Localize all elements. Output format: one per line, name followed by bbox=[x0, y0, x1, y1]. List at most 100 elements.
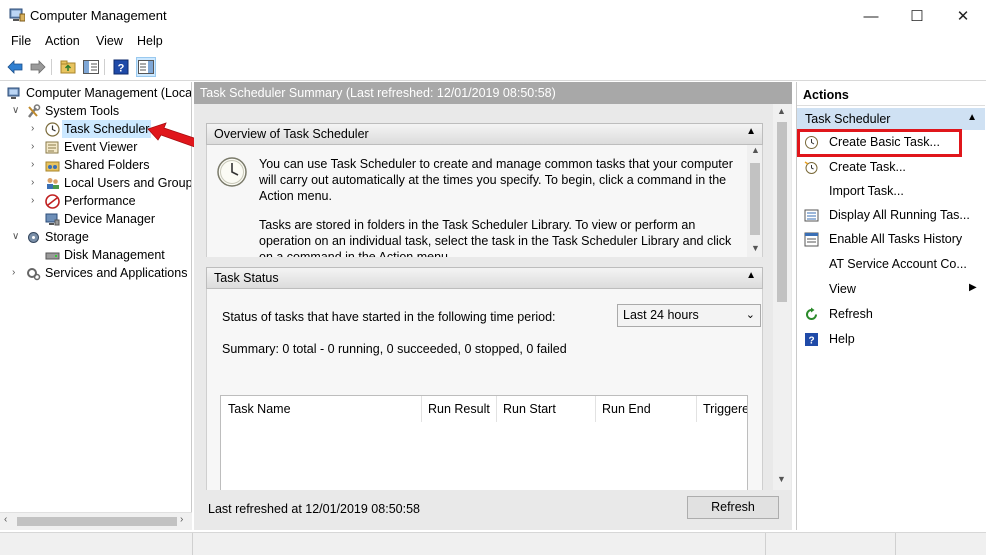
action-label: Refresh bbox=[829, 307, 873, 321]
action-label: Help bbox=[829, 332, 855, 346]
center-vertical-scrollbar[interactable]: ▲ ▼ bbox=[773, 104, 791, 490]
storage-icon bbox=[28, 232, 39, 243]
status-divider bbox=[192, 533, 193, 555]
task-status-section-header[interactable]: Task Status ▲ bbox=[206, 267, 763, 289]
action-label: Create Task... bbox=[829, 160, 906, 174]
action-create-task[interactable]: Create Task... bbox=[797, 158, 985, 178]
column-run-result[interactable]: Run Result bbox=[428, 402, 490, 416]
overview-section-body: You can use Task Scheduler to create and… bbox=[206, 145, 763, 257]
action-label: Display All Running Tas... bbox=[829, 208, 970, 222]
status-divider bbox=[765, 533, 766, 555]
computer-management-icon bbox=[9, 8, 25, 22]
tree-item-label: System Tools bbox=[45, 104, 120, 118]
overview-scrollbar[interactable]: ▲ ▼ bbox=[747, 145, 762, 257]
collapse-icon[interactable]: ▲ bbox=[967, 112, 977, 123]
action-refresh[interactable]: Refresh bbox=[797, 305, 985, 325]
chevron-right-icon[interactable]: › bbox=[31, 138, 34, 156]
chevron-right-icon[interactable]: › bbox=[31, 174, 34, 192]
tree-item-label: Disk Management bbox=[64, 248, 165, 262]
minimize-icon: — bbox=[863, 7, 879, 25]
time-period-dropdown[interactable]: Last 24 hours ⌄ bbox=[617, 304, 761, 327]
chevron-down-icon[interactable]: ∨ bbox=[12, 102, 19, 120]
back-arrow-icon bbox=[7, 60, 23, 74]
scrollbar-thumb[interactable] bbox=[750, 163, 760, 235]
scroll-down-icon[interactable]: ▼ bbox=[751, 243, 760, 253]
window-title: Computer Management bbox=[30, 8, 167, 23]
menu-file[interactable]: File bbox=[11, 34, 31, 48]
action-import-task[interactable]: Import Task... bbox=[797, 182, 985, 202]
tree-horizontal-scrollbar[interactable]: ‹ › bbox=[0, 512, 192, 530]
close-button[interactable]: ✕ bbox=[940, 0, 986, 32]
chevron-down-icon[interactable]: ∨ bbox=[12, 228, 19, 246]
scroll-up-icon[interactable]: ▲ bbox=[777, 106, 786, 116]
column-triggered-by[interactable]: Triggered B bbox=[703, 402, 747, 416]
chevron-down-icon: ⌄ bbox=[745, 309, 755, 321]
menu-bar: File Action View Help bbox=[0, 32, 986, 52]
tree-item-label: Performance bbox=[64, 194, 136, 208]
services-icon bbox=[27, 268, 41, 281]
toolbar-separator bbox=[51, 59, 52, 75]
status-divider bbox=[895, 533, 896, 555]
action-label: Import Task... bbox=[829, 184, 904, 198]
maximize-button[interactable]: ☐ bbox=[894, 0, 940, 32]
toolbar-separator bbox=[104, 59, 105, 75]
actions-group-task-scheduler[interactable]: Task Scheduler ▲ bbox=[797, 108, 985, 130]
scroll-left-icon[interactable]: ‹ bbox=[4, 514, 7, 525]
show-hide-tree-button[interactable] bbox=[81, 57, 101, 77]
annotation-highlight-box bbox=[797, 129, 962, 157]
title-bar: Computer Management — ☐ ✕ bbox=[0, 0, 986, 32]
chevron-right-icon[interactable]: › bbox=[31, 156, 34, 174]
menu-view[interactable]: View bbox=[96, 34, 123, 48]
users-icon bbox=[47, 178, 59, 189]
action-label: AT Service Account Co... bbox=[829, 257, 967, 271]
back-button[interactable] bbox=[5, 57, 25, 77]
device-manager-icon bbox=[45, 213, 60, 226]
scroll-up-icon[interactable]: ▲ bbox=[751, 145, 760, 155]
svg-text:?: ? bbox=[118, 63, 125, 75]
menu-help[interactable]: Help bbox=[137, 34, 163, 48]
performance-icon bbox=[45, 194, 60, 209]
collapse-icon[interactable]: ▲ bbox=[746, 126, 756, 137]
forward-button[interactable] bbox=[28, 57, 48, 77]
task-status-grid[interactable]: Task Name Run Result Run Start Run End T… bbox=[220, 395, 748, 490]
running-tasks-icon bbox=[804, 209, 819, 222]
status-bar bbox=[0, 532, 986, 555]
event-viewer-icon bbox=[45, 141, 59, 154]
scroll-down-icon[interactable]: ▼ bbox=[777, 474, 786, 484]
column-run-start[interactable]: Run Start bbox=[503, 402, 556, 416]
minimize-button[interactable]: — bbox=[848, 0, 894, 32]
up-folder-button[interactable] bbox=[58, 57, 78, 77]
chevron-right-icon[interactable]: › bbox=[12, 264, 15, 282]
column-task-name[interactable]: Task Name bbox=[228, 402, 291, 416]
tree-item-label: Event Viewer bbox=[64, 140, 138, 154]
tree-item-label: Local Users and Groups bbox=[64, 176, 192, 190]
time-period-value: Last 24 hours bbox=[623, 308, 699, 322]
folder-up-icon bbox=[60, 60, 76, 74]
overview-paragraph-1: You can use Task Scheduler to create and… bbox=[259, 157, 733, 203]
task-status-title: Task Status bbox=[214, 271, 279, 285]
column-run-end[interactable]: Run End bbox=[602, 402, 651, 416]
scrollbar-thumb[interactable] bbox=[17, 517, 177, 526]
action-display-running-tasks[interactable]: Display All Running Tas... bbox=[797, 206, 985, 226]
action-at-service-account[interactable]: AT Service Account Co... bbox=[797, 255, 985, 275]
chevron-right-icon[interactable]: › bbox=[31, 120, 34, 138]
action-enable-tasks-history[interactable]: Enable All Tasks History bbox=[797, 230, 985, 250]
action-help[interactable]: ? Help bbox=[797, 330, 985, 350]
task-scheduler-clock-icon bbox=[217, 157, 247, 187]
refresh-button[interactable]: Refresh bbox=[687, 496, 779, 519]
scroll-right-icon[interactable]: › bbox=[180, 514, 183, 525]
period-label: Status of tasks that have started in the… bbox=[222, 310, 556, 324]
tree-item-label: Task Scheduler bbox=[62, 120, 152, 138]
overview-section-header[interactable]: Overview of Task Scheduler ▲ bbox=[206, 123, 763, 145]
task-status-section-body: Status of tasks that have started in the… bbox=[206, 289, 763, 490]
summary-header: Task Scheduler Summary (Last refreshed: … bbox=[194, 82, 792, 104]
action-view[interactable]: View ▶ bbox=[797, 280, 985, 300]
scrollbar-thumb[interactable] bbox=[777, 122, 787, 302]
help-toolbar-button[interactable]: ? bbox=[111, 57, 131, 77]
disk-management-icon bbox=[45, 252, 60, 260]
menu-action[interactable]: Action bbox=[45, 34, 80, 48]
show-action-pane-button[interactable] bbox=[136, 57, 156, 77]
last-refreshed-text: Last refreshed at 12/01/2019 08:50:58 bbox=[208, 502, 420, 516]
collapse-icon[interactable]: ▲ bbox=[746, 270, 756, 281]
chevron-right-icon[interactable]: › bbox=[31, 192, 34, 210]
